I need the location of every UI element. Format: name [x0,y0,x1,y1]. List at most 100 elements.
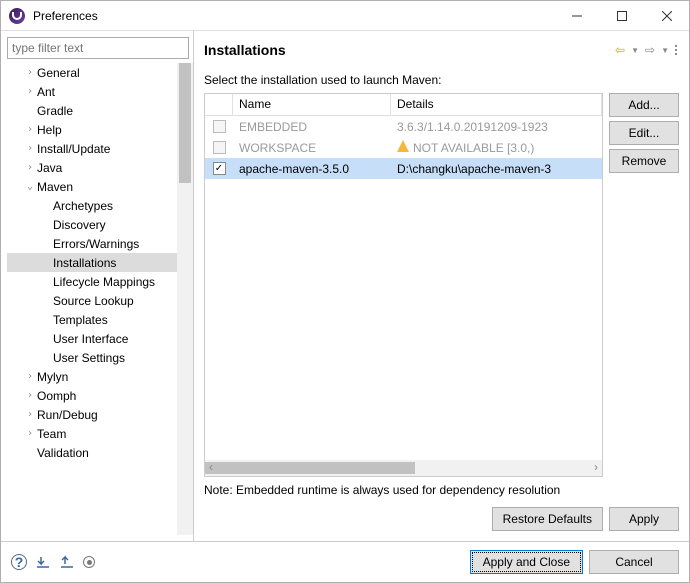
footer: ? Apply and Close Cancel [1,541,689,582]
tree-label: User Interface [53,332,128,346]
col-name[interactable]: Name [233,94,391,115]
tree-item-errors-warnings[interactable]: Errors/Warnings [7,234,181,253]
table-row[interactable]: EMBEDDED3.6.3/1.14.0.20191209-1923 [205,116,602,137]
row-checkbox[interactable]: ✓ [213,162,226,175]
expand-icon[interactable]: › [23,124,37,135]
expand-icon[interactable]: ⌄ [23,181,37,192]
right-panel: Installations ⇦ ▼ ⇨ ▼ Select the install… [194,31,689,541]
back-arrow-icon[interactable]: ⇦ [613,41,627,59]
expand-icon[interactable]: › [23,390,37,401]
expand-icon[interactable]: › [23,143,37,154]
add-button[interactable]: Add... [609,93,679,117]
tree-item-maven[interactable]: ⌄Maven [7,177,181,196]
tree-label: Oomph [37,389,76,403]
preferences-window: Preferences ›General›AntGradle›Help›Inst… [0,0,690,583]
row-name: apache-maven-3.5.0 [233,160,391,178]
instruction-label: Select the installation used to launch M… [204,73,679,87]
tree-label: Ant [37,85,55,99]
forward-arrow-icon[interactable]: ⇨ [643,41,657,59]
back-dropdown-icon[interactable]: ▼ [629,44,641,57]
tree-item-templates[interactable]: Templates [7,310,181,329]
tree-item-team[interactable]: ›Team [7,424,181,443]
table-row[interactable]: WORKSPACENOT AVAILABLE [3.0,) [205,137,602,158]
expand-icon[interactable]: › [23,371,37,382]
edit-button[interactable]: Edit... [609,121,679,145]
export-icon[interactable] [59,555,75,569]
tree-item-user-interface[interactable]: User Interface [7,329,181,348]
tree-label: Installations [53,256,116,270]
titlebar[interactable]: Preferences [1,1,689,31]
tree-label: Java [37,161,62,175]
maximize-button[interactable] [599,1,644,30]
close-button[interactable] [644,1,689,30]
table-header: Name Details [205,94,602,116]
tree-item-general[interactable]: ›General [7,63,181,82]
expand-icon[interactable]: › [23,67,37,78]
expand-icon[interactable]: › [23,428,37,439]
left-panel: ›General›AntGradle›Help›Install/Update›J… [1,31,194,541]
eclipse-icon [9,8,25,24]
table-row[interactable]: ✓ apache-maven-3.5.0D:\changku\apache-mav… [205,158,602,179]
tree-label: Team [37,427,66,441]
tree-label: Lifecycle Mappings [53,275,155,289]
warning-icon [397,140,409,152]
expand-icon[interactable]: › [23,162,37,173]
window-title: Preferences [33,9,554,23]
col-details[interactable]: Details [391,94,602,115]
tree-item-archetypes[interactable]: Archetypes [7,196,181,215]
cancel-button[interactable]: Cancel [589,550,679,574]
tree-label: User Settings [53,351,125,365]
row-name: WORKSPACE [233,139,391,157]
tree-label: Source Lookup [53,294,134,308]
apply-button[interactable]: Apply [609,507,679,531]
table-h-scrollbar[interactable]: ‹ [205,460,602,476]
tree-item-mylyn[interactable]: ›Mylyn [7,367,181,386]
expand-icon[interactable]: › [23,409,37,420]
tree-item-ant[interactable]: ›Ant [7,82,181,101]
import-icon[interactable] [35,555,51,569]
oomph-icon[interactable] [83,556,95,568]
tree-label: Run/Debug [37,408,98,422]
tree-item-installations[interactable]: Installations [7,253,181,272]
tree-label: Validation [37,446,89,460]
apply-close-button[interactable]: Apply and Close [470,550,583,574]
minimize-button[interactable] [554,1,599,30]
tree-item-run-debug[interactable]: ›Run/Debug [7,405,181,424]
tree-scrollbar[interactable] [177,63,193,535]
tree-label: Archetypes [53,199,113,213]
forward-dropdown-icon[interactable]: ▼ [659,44,671,57]
row-details: 3.6.3/1.14.0.20191209-1923 [391,118,602,136]
restore-defaults-button[interactable]: Restore Defaults [492,507,603,531]
help-icon[interactable]: ? [11,554,27,570]
row-details: D:\changku\apache-maven-3 [391,160,602,178]
tree-label: Errors/Warnings [53,237,139,251]
tree-item-gradle[interactable]: Gradle [7,101,181,120]
view-menu-icon[interactable] [673,43,679,57]
tree-item-lifecycle-mappings[interactable]: Lifecycle Mappings [7,272,181,291]
row-details: NOT AVAILABLE [3.0,) [391,138,602,157]
tree-label: Templates [53,313,108,327]
tree-label: Maven [37,180,73,194]
note-label: Note: Embedded runtime is always used fo… [204,483,679,497]
tree-item-oomph[interactable]: ›Oomph [7,386,181,405]
tree-label: Install/Update [37,142,110,156]
installations-table[interactable]: Name Details EMBEDDED3.6.3/1.14.0.201912… [204,93,603,477]
row-checkbox [213,141,226,154]
page-title: Installations [204,42,613,58]
tree-item-user-settings[interactable]: User Settings [7,348,181,367]
row-name: EMBEDDED [233,118,391,136]
tree-item-validation[interactable]: Validation [7,443,181,462]
tree-item-java[interactable]: ›Java [7,158,181,177]
preference-tree[interactable]: ›General›AntGradle›Help›Install/Update›J… [7,63,189,535]
tree-item-install-update[interactable]: ›Install/Update [7,139,181,158]
row-checkbox [213,120,226,133]
filter-input[interactable] [7,37,189,59]
tree-label: Discovery [53,218,106,232]
tree-item-source-lookup[interactable]: Source Lookup [7,291,181,310]
remove-button[interactable]: Remove [609,149,679,173]
expand-icon[interactable]: › [23,86,37,97]
tree-item-help[interactable]: ›Help [7,120,181,139]
tree-item-discovery[interactable]: Discovery [7,215,181,234]
tree-label: Mylyn [37,370,68,384]
tree-label: Gradle [37,104,73,118]
